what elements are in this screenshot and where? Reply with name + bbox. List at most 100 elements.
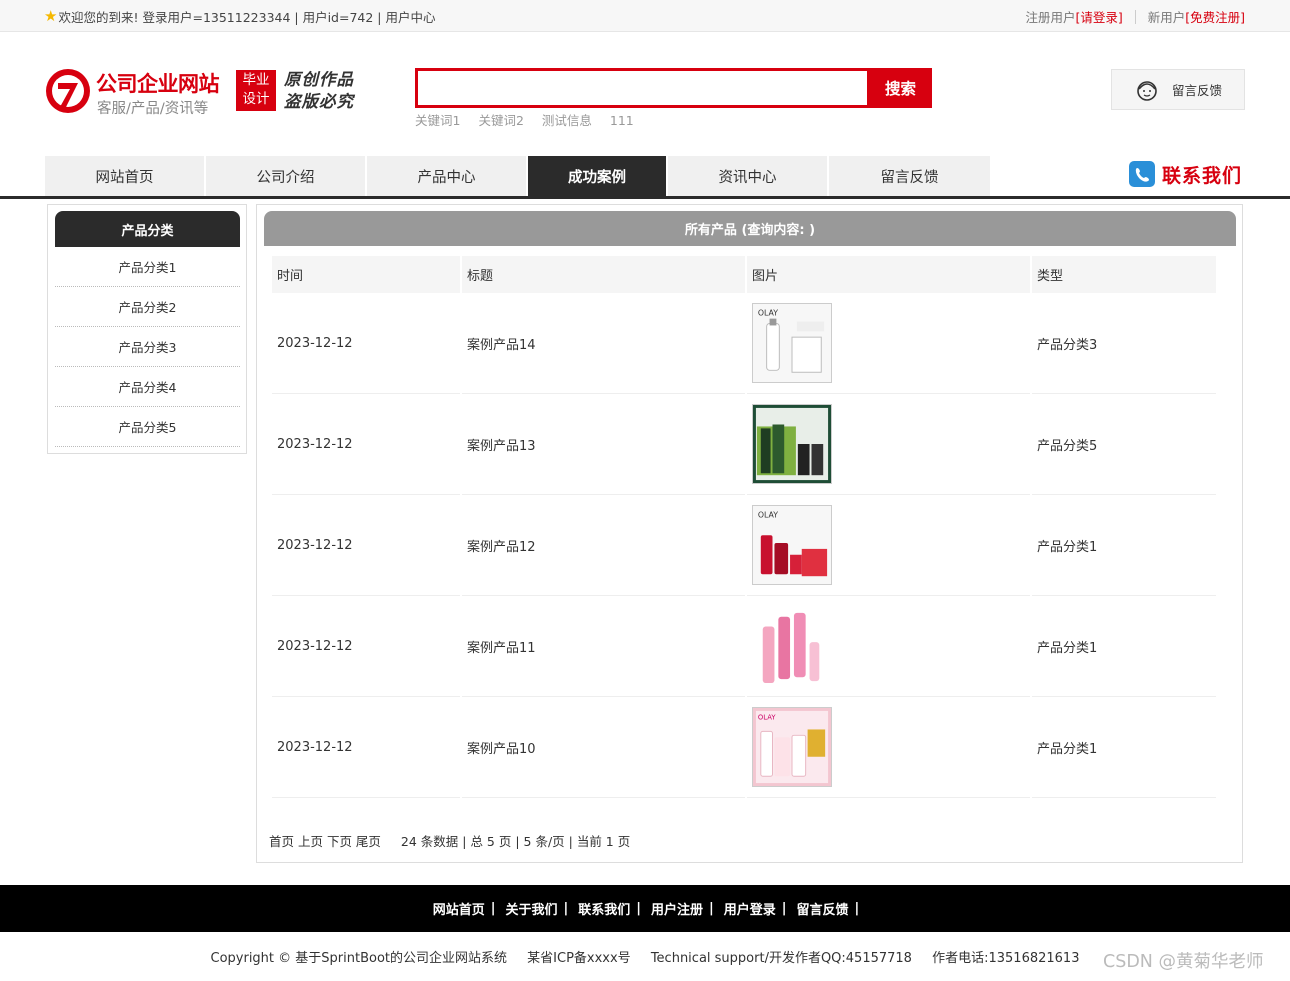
badge-line: 设计	[242, 91, 270, 107]
handwriting-line: 盗版必究	[284, 92, 354, 111]
product-thumbnail[interactable]: OLAY	[752, 505, 832, 585]
footer-link[interactable]: 用户注册	[651, 899, 703, 918]
pager-links[interactable]: 首页 上页 下页 尾页	[269, 834, 381, 849]
row-title[interactable]: 案例产品11	[462, 596, 745, 697]
category-item[interactable]: 产品分类5	[55, 407, 240, 447]
column-header: 标题	[462, 256, 745, 293]
keyword-link[interactable]: 关键词2	[478, 113, 523, 128]
copyright-text: Copyright © 基于SprintBoot的公司企业网站系统	[210, 951, 508, 966]
phone-icon	[1129, 161, 1155, 187]
nav-item-about[interactable]: 公司介绍	[206, 156, 367, 196]
badge-line: 毕业	[242, 72, 270, 88]
table-row[interactable]: 2023-12-12 案例产品10 OLAY 产品分类1	[272, 697, 1216, 798]
top-bar: ★ 欢迎您的到来! 登录用户=13511223344 | 用户id=742 | …	[0, 0, 1290, 32]
row-image-cell: OLAY	[747, 495, 1030, 596]
nav-item-home[interactable]: 网站首页	[45, 156, 206, 196]
nav-underline	[0, 196, 1290, 199]
support-text: Technical support/开发作者QQ:45157718	[650, 951, 912, 966]
logo-subtitle: 客服/产品/资讯等	[97, 101, 209, 117]
row-date: 2023-12-12	[272, 697, 460, 798]
row-date: 2023-12-12	[272, 293, 460, 394]
csdn-watermark: CSDN @黄菊华老师	[1103, 952, 1264, 972]
table-row[interactable]: 2023-12-12 案例产品12 OLAY 产品分类1	[272, 495, 1216, 596]
site-logo[interactable]: 公司企业网站 客服/产品/资讯等 毕业 设计 原创作品 盗版必究	[44, 66, 364, 120]
svg-text:OLAY: OLAY	[758, 309, 778, 318]
nav-item-news[interactable]: 资讯中心	[668, 156, 829, 196]
row-date: 2023-12-12	[272, 596, 460, 697]
table-row[interactable]: 2023-12-12 案例产品13 产品分类5	[272, 394, 1216, 495]
row-type: 产品分类5	[1032, 394, 1216, 495]
category-sidebar: 产品分类 产品分类1 产品分类2 产品分类3 产品分类4 产品分类5	[47, 204, 247, 454]
row-title[interactable]: 案例产品13	[462, 394, 745, 495]
category-item[interactable]: 产品分类3	[55, 327, 240, 367]
row-image-cell: OLAY	[747, 697, 1030, 798]
user-info[interactable]: 登录用户=13511223344 | 用户id=742 | 用户中心	[142, 7, 435, 26]
feedback-button-label: 留言反馈	[1172, 83, 1223, 98]
column-header: 图片	[747, 256, 1030, 293]
product-thumbnail[interactable]: OLAY	[752, 707, 832, 787]
logo-title: 公司企业网站	[96, 72, 220, 96]
footer-link[interactable]: 网站首页	[433, 899, 485, 918]
newuser-label: 新用户	[1147, 10, 1186, 25]
top-right-links: 注册用户 [请登录] 新用户 [免费注册]	[1025, 7, 1245, 26]
nav-item-feedback[interactable]: 留言反馈	[829, 156, 990, 196]
category-item[interactable]: 产品分类4	[55, 367, 240, 407]
footer-link[interactable]: 联系我们	[578, 899, 630, 918]
product-thumbnail[interactable]	[752, 606, 832, 686]
svg-text:OLAY: OLAY	[758, 511, 778, 520]
welcome-area: ★ 欢迎您的到来! 登录用户=13511223344 | 用户id=742 | …	[44, 7, 435, 26]
category-item[interactable]: 产品分类2	[55, 287, 240, 327]
contact-us-label: 联系我们	[1162, 164, 1243, 187]
phone-text: 作者电话:13516821613	[932, 951, 1080, 966]
customer-service-icon	[1137, 80, 1157, 101]
welcome-text: 欢迎您的到来!	[58, 10, 139, 25]
main-nav: 网站首页 公司介绍 产品中心 成功案例 资讯中心 留言反馈	[45, 156, 990, 196]
row-image-cell: OLAY	[747, 293, 1030, 394]
table-row[interactable]: 2023-12-12 案例产品11 产品分类1	[272, 596, 1216, 697]
row-date: 2023-12-12	[272, 495, 460, 596]
logo-handwriting: 原创作品 盗版必究	[284, 69, 354, 113]
product-thumbnail[interactable]: OLAY	[752, 303, 832, 383]
keyword-link[interactable]: 测试信息	[542, 113, 592, 128]
row-type: 产品分类3	[1032, 293, 1216, 394]
keyword-link[interactable]: 111	[610, 113, 634, 128]
row-date: 2023-12-12	[272, 394, 460, 495]
login-link[interactable]: [请登录]	[1075, 7, 1122, 26]
logo-icon	[46, 69, 90, 113]
footer-info: Copyright © 基于SprintBoot的公司企业网站系统 某省ICP备…	[0, 947, 1290, 966]
row-type: 产品分类1	[1032, 697, 1216, 798]
footer-link[interactable]: 用户登录	[724, 899, 776, 918]
footer-link[interactable]: 关于我们	[505, 899, 557, 918]
category-item[interactable]: 产品分类1	[55, 247, 240, 287]
search-button[interactable]: 搜索	[869, 68, 932, 108]
pagination: 首页 上页 下页 尾页 24 条数据 | 总 5 页 | 5 条/页 | 当前 1…	[269, 831, 630, 850]
product-thumbnail[interactable]	[752, 404, 832, 484]
column-header: 时间	[272, 256, 460, 293]
panel-title: 所有产品 (查询内容: )	[264, 211, 1236, 246]
search-box: 搜索	[415, 68, 932, 108]
hot-keywords: 关键词1 关键词2 测试信息 111	[415, 110, 648, 129]
row-title[interactable]: 案例产品14	[462, 293, 745, 394]
contact-us-link[interactable]: 联系我们	[1128, 160, 1242, 188]
product-panel: 所有产品 (查询内容: ) 时间 标题 图片 类型 2023-12-12 案例产…	[256, 204, 1243, 863]
column-header: 类型	[1032, 256, 1216, 293]
row-image-cell	[747, 596, 1030, 697]
nav-item-cases[interactable]: 成功案例	[528, 156, 668, 196]
row-title[interactable]: 案例产品10	[462, 697, 745, 798]
search-input[interactable]	[415, 68, 870, 108]
pager-summary: 24 条数据 | 总 5 页 | 5 条/页 | 当前 1 页	[400, 834, 631, 849]
star-icon: ★	[44, 7, 58, 25]
row-title[interactable]: 案例产品12	[462, 495, 745, 596]
footer-link[interactable]: 留言反馈	[797, 899, 849, 918]
handwriting-line: 原创作品	[284, 70, 354, 89]
nav-item-products[interactable]: 产品中心	[367, 156, 528, 196]
table-row[interactable]: 2023-12-12 案例产品14 OLAY 产品分类3	[272, 293, 1216, 394]
table-header: 时间 标题 图片 类型	[272, 256, 1216, 293]
row-image-cell	[747, 394, 1030, 495]
keyword-link[interactable]: 关键词1	[415, 113, 460, 128]
footer-nav: 网站首页 | 关于我们 | 联系我们 | 用户注册 | 用户登录 | 留言反馈 |	[0, 885, 1290, 932]
feedback-button[interactable]: 留言反馈	[1111, 69, 1245, 110]
divider	[1134, 9, 1136, 24]
free-register-link[interactable]: [免费注册]	[1185, 7, 1245, 26]
product-table: 时间 标题 图片 类型 2023-12-12 案例产品14 OLAY 产品分类3…	[270, 256, 1218, 798]
